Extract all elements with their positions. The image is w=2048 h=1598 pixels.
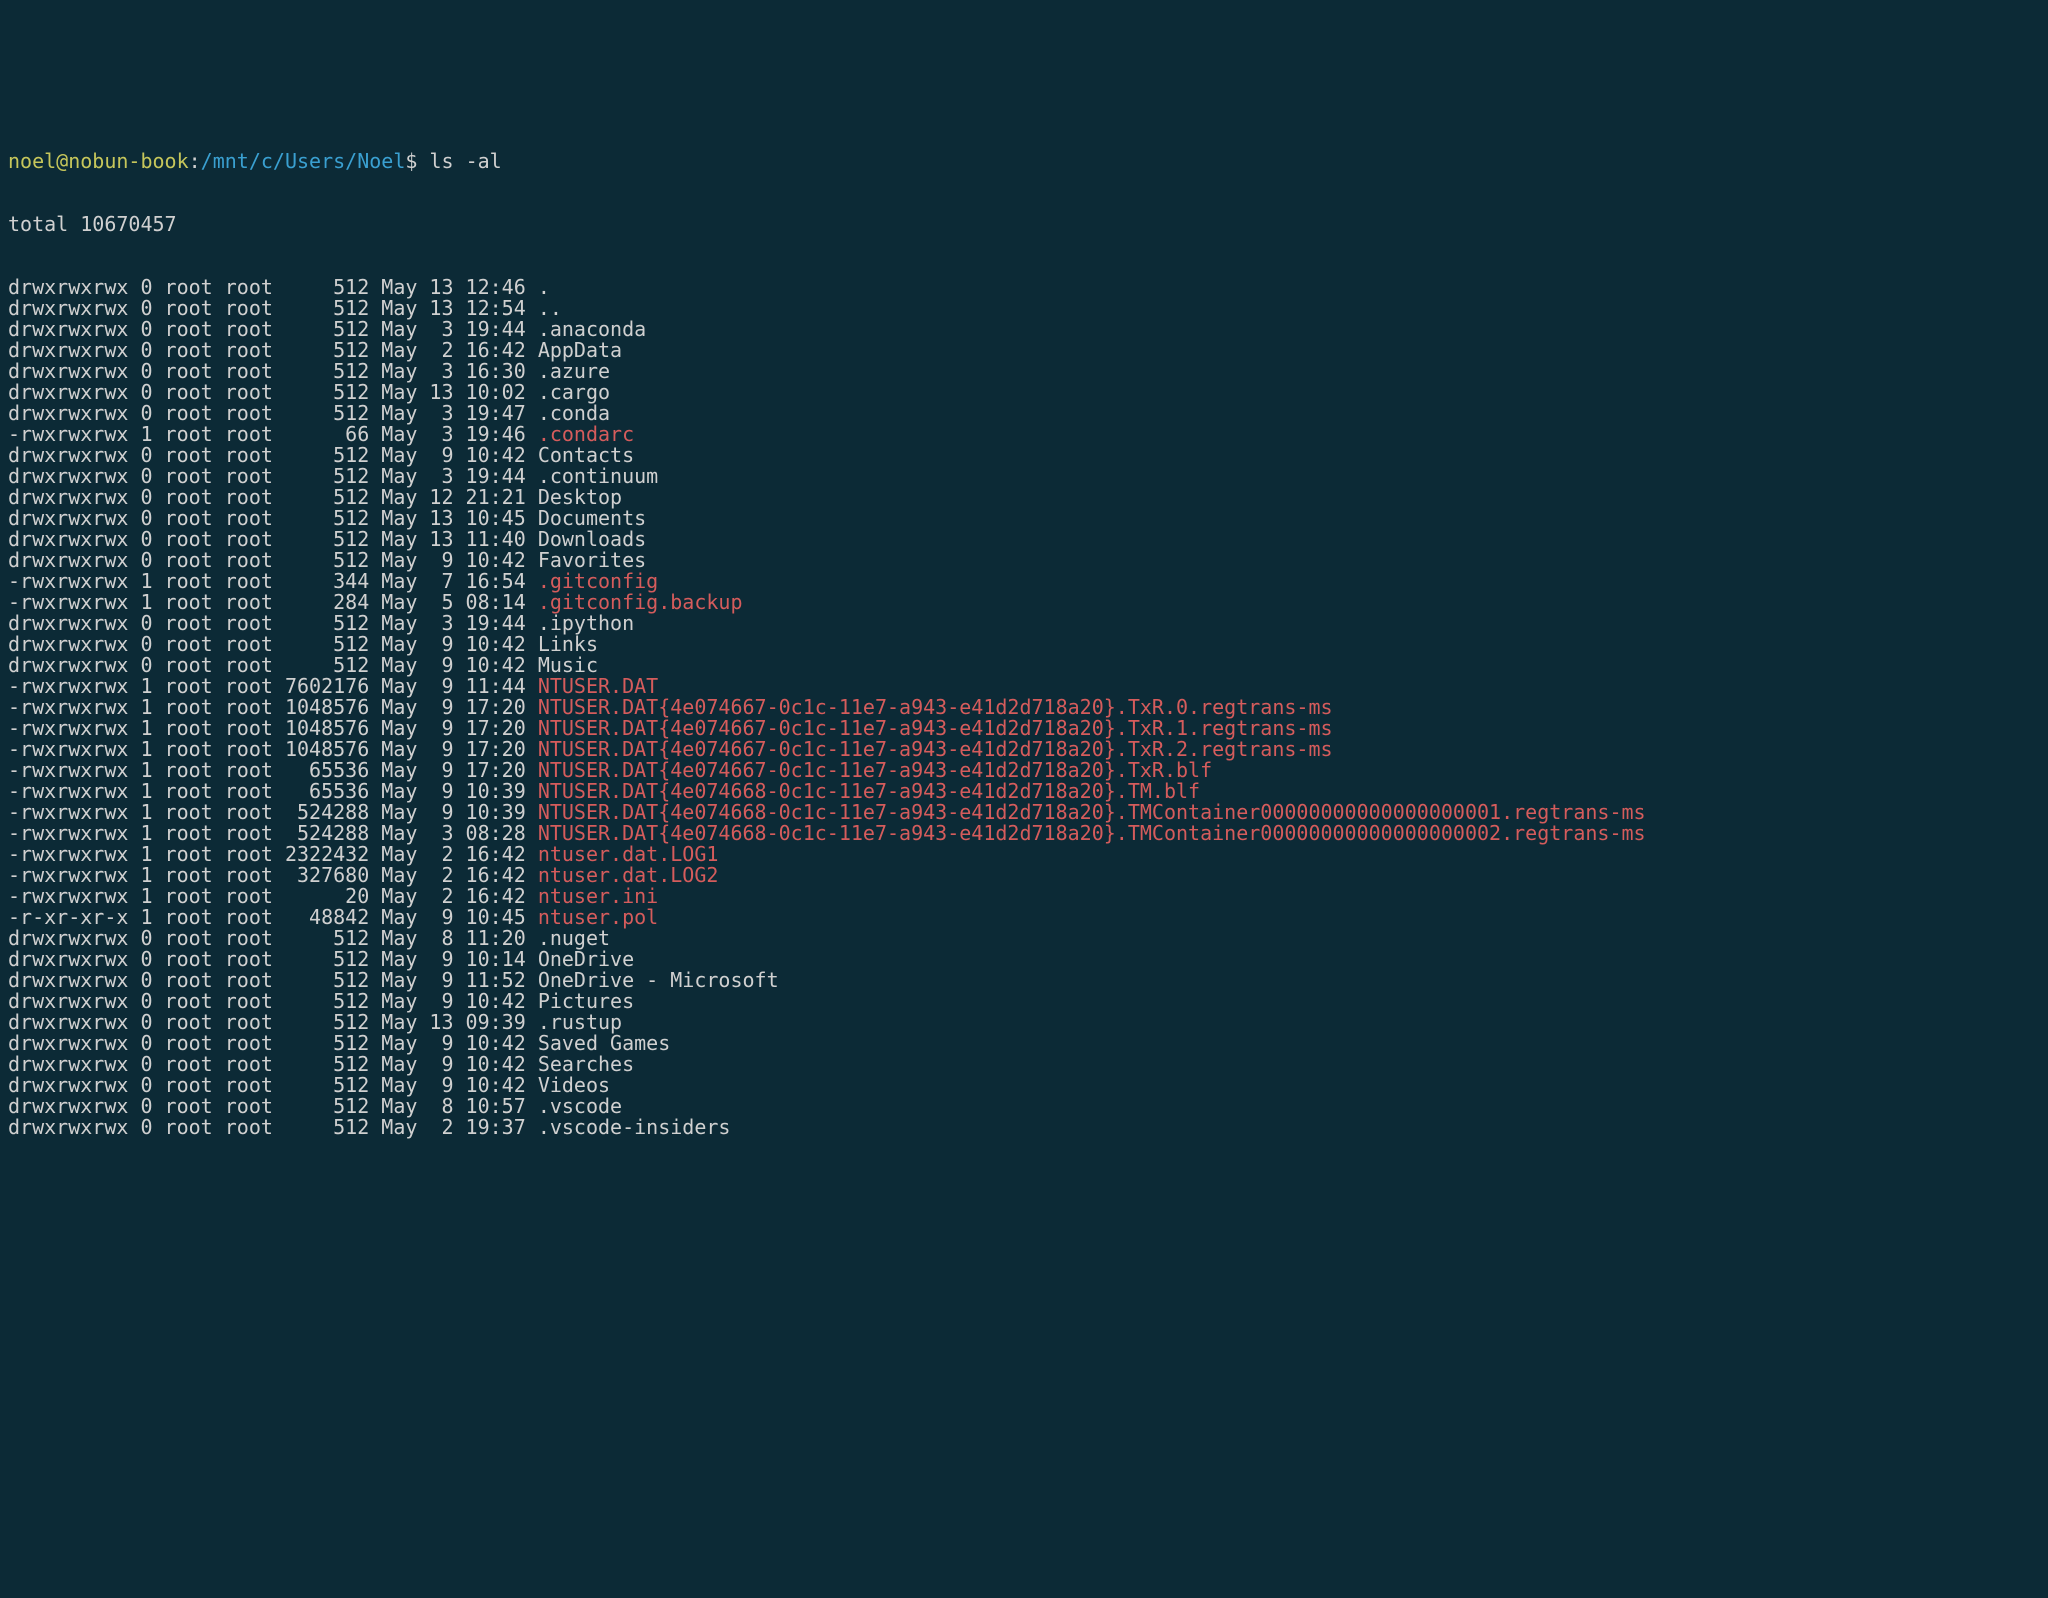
ls-row: drwxrwxrwx 0 root root 512 May 13 10:02 … <box>8 382 2040 403</box>
ls-row: drwxrwxrwx 0 root root 512 May 8 11:20 .… <box>8 928 2040 949</box>
ls-row: drwxrwxrwx 0 root root 512 May 3 19:44 .… <box>8 613 2040 634</box>
ls-row: drwxrwxrwx 0 root root 512 May 13 10:45 … <box>8 508 2040 529</box>
prompt-user-host: noel@nobun-book <box>8 149 189 173</box>
ls-row: -rwxrwxrwx 1 root root 20 May 2 16:42 nt… <box>8 886 2040 907</box>
ls-row: drwxrwxrwx 0 root root 512 May 9 10:42 S… <box>8 1033 2040 1054</box>
ls-row: drwxrwxrwx 0 root root 512 May 3 19:47 .… <box>8 403 2040 424</box>
ls-row: drwxrwxrwx 0 root root 512 May 9 10:42 S… <box>8 1054 2040 1075</box>
ls-row: -rwxrwxrwx 1 root root 1048576 May 9 17:… <box>8 718 2040 739</box>
total-line: total 10670457 <box>8 214 2040 235</box>
ls-row: drwxrwxrwx 0 root root 512 May 3 19:44 .… <box>8 466 2040 487</box>
ls-row: -rwxrwxrwx 1 root root 524288 May 3 08:2… <box>8 823 2040 844</box>
ls-row: drwxrwxrwx 0 root root 512 May 13 12:54 … <box>8 298 2040 319</box>
prompt-path: /mnt/c/Users/Noel <box>201 149 406 173</box>
ls-row: -rwxrwxrwx 1 root root 1048576 May 9 17:… <box>8 697 2040 718</box>
ls-row-meta: drwxrwxrwx 0 root root 512 May 2 19:37 <box>8 1115 538 1139</box>
ls-row: drwxrwxrwx 0 root root 512 May 9 10:42 L… <box>8 634 2040 655</box>
ls-row: drwxrwxrwx 0 root root 512 May 2 16:42 A… <box>8 340 2040 361</box>
ls-row: drwxrwxrwx 0 root root 512 May 12 21:21 … <box>8 487 2040 508</box>
ls-row: -rwxrwxrwx 1 root root 2322432 May 2 16:… <box>8 844 2040 865</box>
ls-row: -rwxrwxrwx 1 root root 524288 May 9 10:3… <box>8 802 2040 823</box>
ls-row: -rwxrwxrwx 1 root root 65536 May 9 10:39… <box>8 781 2040 802</box>
ls-row: drwxrwxrwx 0 root root 512 May 3 16:30 .… <box>8 361 2040 382</box>
ls-row: -rwxrwxrwx 1 root root 284 May 5 08:14 .… <box>8 592 2040 613</box>
ls-row: -rwxrwxrwx 1 root root 327680 May 2 16:4… <box>8 865 2040 886</box>
ls-row: drwxrwxrwx 0 root root 512 May 9 10:42 C… <box>8 445 2040 466</box>
ls-row: -rwxrwxrwx 1 root root 1048576 May 9 17:… <box>8 739 2040 760</box>
ls-row: drwxrwxrwx 0 root root 512 May 9 10:42 V… <box>8 1075 2040 1096</box>
prompt-colon: : <box>189 149 201 173</box>
ls-row: -rwxrwxrwx 1 root root 65536 May 9 17:20… <box>8 760 2040 781</box>
ls-row: drwxrwxrwx 0 root root 512 May 3 19:44 .… <box>8 319 2040 340</box>
command-text <box>417 149 429 173</box>
prompt-dollar: $ <box>405 149 417 173</box>
ls-output: drwxrwxrwx 0 root root 512 May 13 12:46 … <box>8 277 2040 1138</box>
ls-row: drwxrwxrwx 0 root root 512 May 9 10:14 O… <box>8 949 2040 970</box>
ls-row: drwxrwxrwx 0 root root 512 May 13 11:40 … <box>8 529 2040 550</box>
prompt-line: noel@nobun-book:/mnt/c/Users/Noel$ ls -a… <box>8 151 2040 172</box>
ls-row: drwxrwxrwx 0 root root 512 May 9 10:42 P… <box>8 991 2040 1012</box>
ls-row: -r-xr-xr-x 1 root root 48842 May 9 10:45… <box>8 907 2040 928</box>
ls-row: drwxrwxrwx 0 root root 512 May 9 10:42 F… <box>8 550 2040 571</box>
terminal-window[interactable]: noel@nobun-book:/mnt/c/Users/Noel$ ls -a… <box>0 105 2048 1493</box>
ls-row: -rwxrwxrwx 1 root root 344 May 7 16:54 .… <box>8 571 2040 592</box>
ls-row: -rwxrwxrwx 1 root root 66 May 3 19:46 .c… <box>8 424 2040 445</box>
ls-row: drwxrwxrwx 0 root root 512 May 2 19:37 .… <box>8 1117 2040 1138</box>
ls-row: drwxrwxrwx 0 root root 512 May 9 11:52 O… <box>8 970 2040 991</box>
ls-row: drwxrwxrwx 0 root root 512 May 13 12:46 … <box>8 277 2040 298</box>
ls-row-filename: .vscode-insiders <box>538 1115 731 1139</box>
command-text: ls -al <box>429 149 501 173</box>
ls-row: drwxrwxrwx 0 root root 512 May 9 10:42 M… <box>8 655 2040 676</box>
ls-row: drwxrwxrwx 0 root root 512 May 13 09:39 … <box>8 1012 2040 1033</box>
ls-row: drwxrwxrwx 0 root root 512 May 8 10:57 .… <box>8 1096 2040 1117</box>
ls-row: -rwxrwxrwx 1 root root 7602176 May 9 11:… <box>8 676 2040 697</box>
